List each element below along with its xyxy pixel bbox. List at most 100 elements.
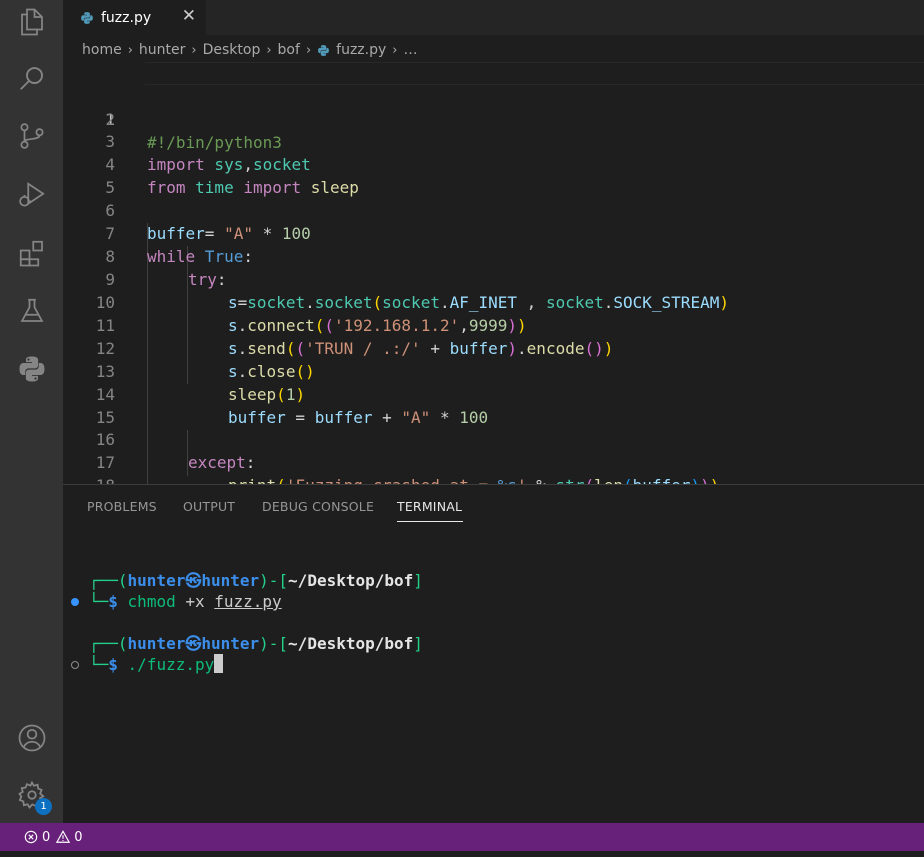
code-token: ( [276,476,286,484]
warning-count[interactable]: 0 [74,830,82,845]
chevron-right-icon: › [127,42,133,58]
prompt-user: hunter [127,634,186,653]
status-bar: 0 0 [0,823,924,851]
tab-terminal[interactable]: TERMINAL [397,499,462,514]
code-line: 7 while True: [63,199,924,266]
code-line: 1 #!/bin/python3 [63,62,924,152]
prompt-dollar: $ [108,592,118,611]
activity-bar: 1 [0,0,63,823]
prompt-end: ] [413,634,423,653]
terminal-cursor [214,654,224,673]
testing-icon[interactable] [0,289,63,333]
code-line: 8 try: [63,222,924,289]
code-line: 4 from time import sleep [63,130,924,197]
prompt-corner: └─ [89,592,109,611]
code-line: 17 print('Fuzzing crashed at = %s' % str… [63,428,924,484]
breadcrumb-desktop[interactable]: Desktop [203,42,261,58]
chevron-right-icon: › [266,42,272,58]
prompt-end: ] [413,571,423,590]
python-file-icon [318,44,330,56]
extensions-icon[interactable] [0,231,63,275]
python-file-icon [81,11,93,24]
terminal-command: └─$ chmod +x fuzz.py [89,591,282,613]
prompt-dollar: $ [108,655,118,674]
prompt-path: ~/Desktop/bof [288,571,414,590]
code-token: ) [690,476,700,484]
code-token: ( [584,476,594,484]
terminal[interactable]: ┌──(hunter㉿hunter)-[~/Desktop/bof] └─$ c… [63,525,924,823]
code-token: ' [517,476,527,484]
search-icon[interactable] [0,56,63,100]
prompt-at: ㉿ [185,634,202,653]
breadcrumb-bof[interactable]: bof [278,42,300,58]
prompt-corner: ┌──( [89,571,128,590]
code-line: 11 s.send(('TRUN / .:/' + buffer).encode… [63,291,924,358]
tab-problems[interactable]: PROBLEMS [87,499,157,514]
prompt-corner: ┌──( [89,634,128,653]
code-line: 9 s=socket.socket(socket.AF_INET , socke… [63,245,924,312]
window-bottom-edge [0,851,924,857]
warning-icon [56,830,71,843]
editor-tab-bar: fuzz.py ✕ [63,0,924,35]
error-icon [24,830,38,844]
account-icon[interactable] [0,716,63,760]
tab-output[interactable]: OUTPUT [183,499,235,514]
code-line: 15 [63,383,924,427]
source-control-icon[interactable] [0,114,63,158]
code-token: 'Fuzzing crashed at = [286,476,498,484]
code-line: 16 except: [63,405,924,472]
code-token: ( [623,476,633,484]
command-name: ./fuzz.py [127,655,215,674]
code-token: str [556,476,585,484]
prompt-mid: )-[ [259,634,289,653]
tab-fuzz-py[interactable]: fuzz.py ✕ [63,0,206,35]
settings-gear-icon[interactable] [0,773,63,817]
command-arg: +x [175,592,215,611]
close-icon[interactable]: ✕ [182,6,196,26]
code-line: 18 sys.exit() [63,451,924,484]
prompt-host: hunter [201,571,260,590]
code-line: 14 buffer = buffer + "A" * 100 [63,360,924,427]
active-tab-indicator [397,521,463,522]
breadcrumb-more[interactable]: … [403,42,417,58]
tab-debug-console[interactable]: DEBUG CONSOLE [262,499,374,514]
code-line: 13 sleep(1) [63,337,924,404]
code-line: 5 [63,153,924,197]
command-success-dot[interactable] [71,598,79,606]
code-line: 6 buffer= "A" * 100 [63,176,924,243]
code-token: %s [498,476,517,484]
code-token: len [594,476,623,484]
code-line: 2 [63,85,924,129]
command-running-dot[interactable] [71,661,79,669]
explorer-icon[interactable] [0,0,63,44]
prompt-corner: └─ [89,655,109,674]
breadcrumb-home[interactable]: home [82,42,122,58]
breadcrumb-file[interactable]: fuzz.py [336,42,386,58]
chevron-right-icon: › [305,42,312,58]
terminal-command: └─$ ./fuzz.py [89,654,224,676]
command-file[interactable]: fuzz.py [214,592,281,611]
settings-badge: 1 [35,798,52,815]
code-token: print [228,476,276,484]
code-token: % [527,476,556,484]
code-line: 3 import sys,socket [63,107,924,174]
command-name: chmod [127,592,176,611]
prompt-at: ㉿ [185,571,202,590]
run-debug-icon[interactable] [0,173,63,217]
python-icon[interactable] [0,347,63,391]
chevron-right-icon: › [191,42,197,58]
chevron-right-icon: › [392,42,398,58]
code-line: 12 s.close() [63,314,924,381]
prompt-user: hunter [127,571,186,590]
prompt-mid: )-[ [259,571,289,590]
tab-title: fuzz.py [101,9,152,26]
code-editor[interactable]: 1 #!/bin/python3 2 3 import sys,socket 4… [63,62,924,484]
breadcrumb-hunter[interactable]: hunter [139,42,185,58]
prompt-host: hunter [201,634,260,653]
prompt-path: ~/Desktop/bof [288,634,414,653]
code-token: buffer [633,476,691,484]
terminal-prompt: ┌──(hunter㉿hunter)-[~/Desktop/bof] [89,570,423,592]
terminal-prompt: ┌──(hunter㉿hunter)-[~/Desktop/bof] [89,633,423,655]
code-token: ) [700,476,710,484]
error-count[interactable]: 0 [42,830,50,845]
